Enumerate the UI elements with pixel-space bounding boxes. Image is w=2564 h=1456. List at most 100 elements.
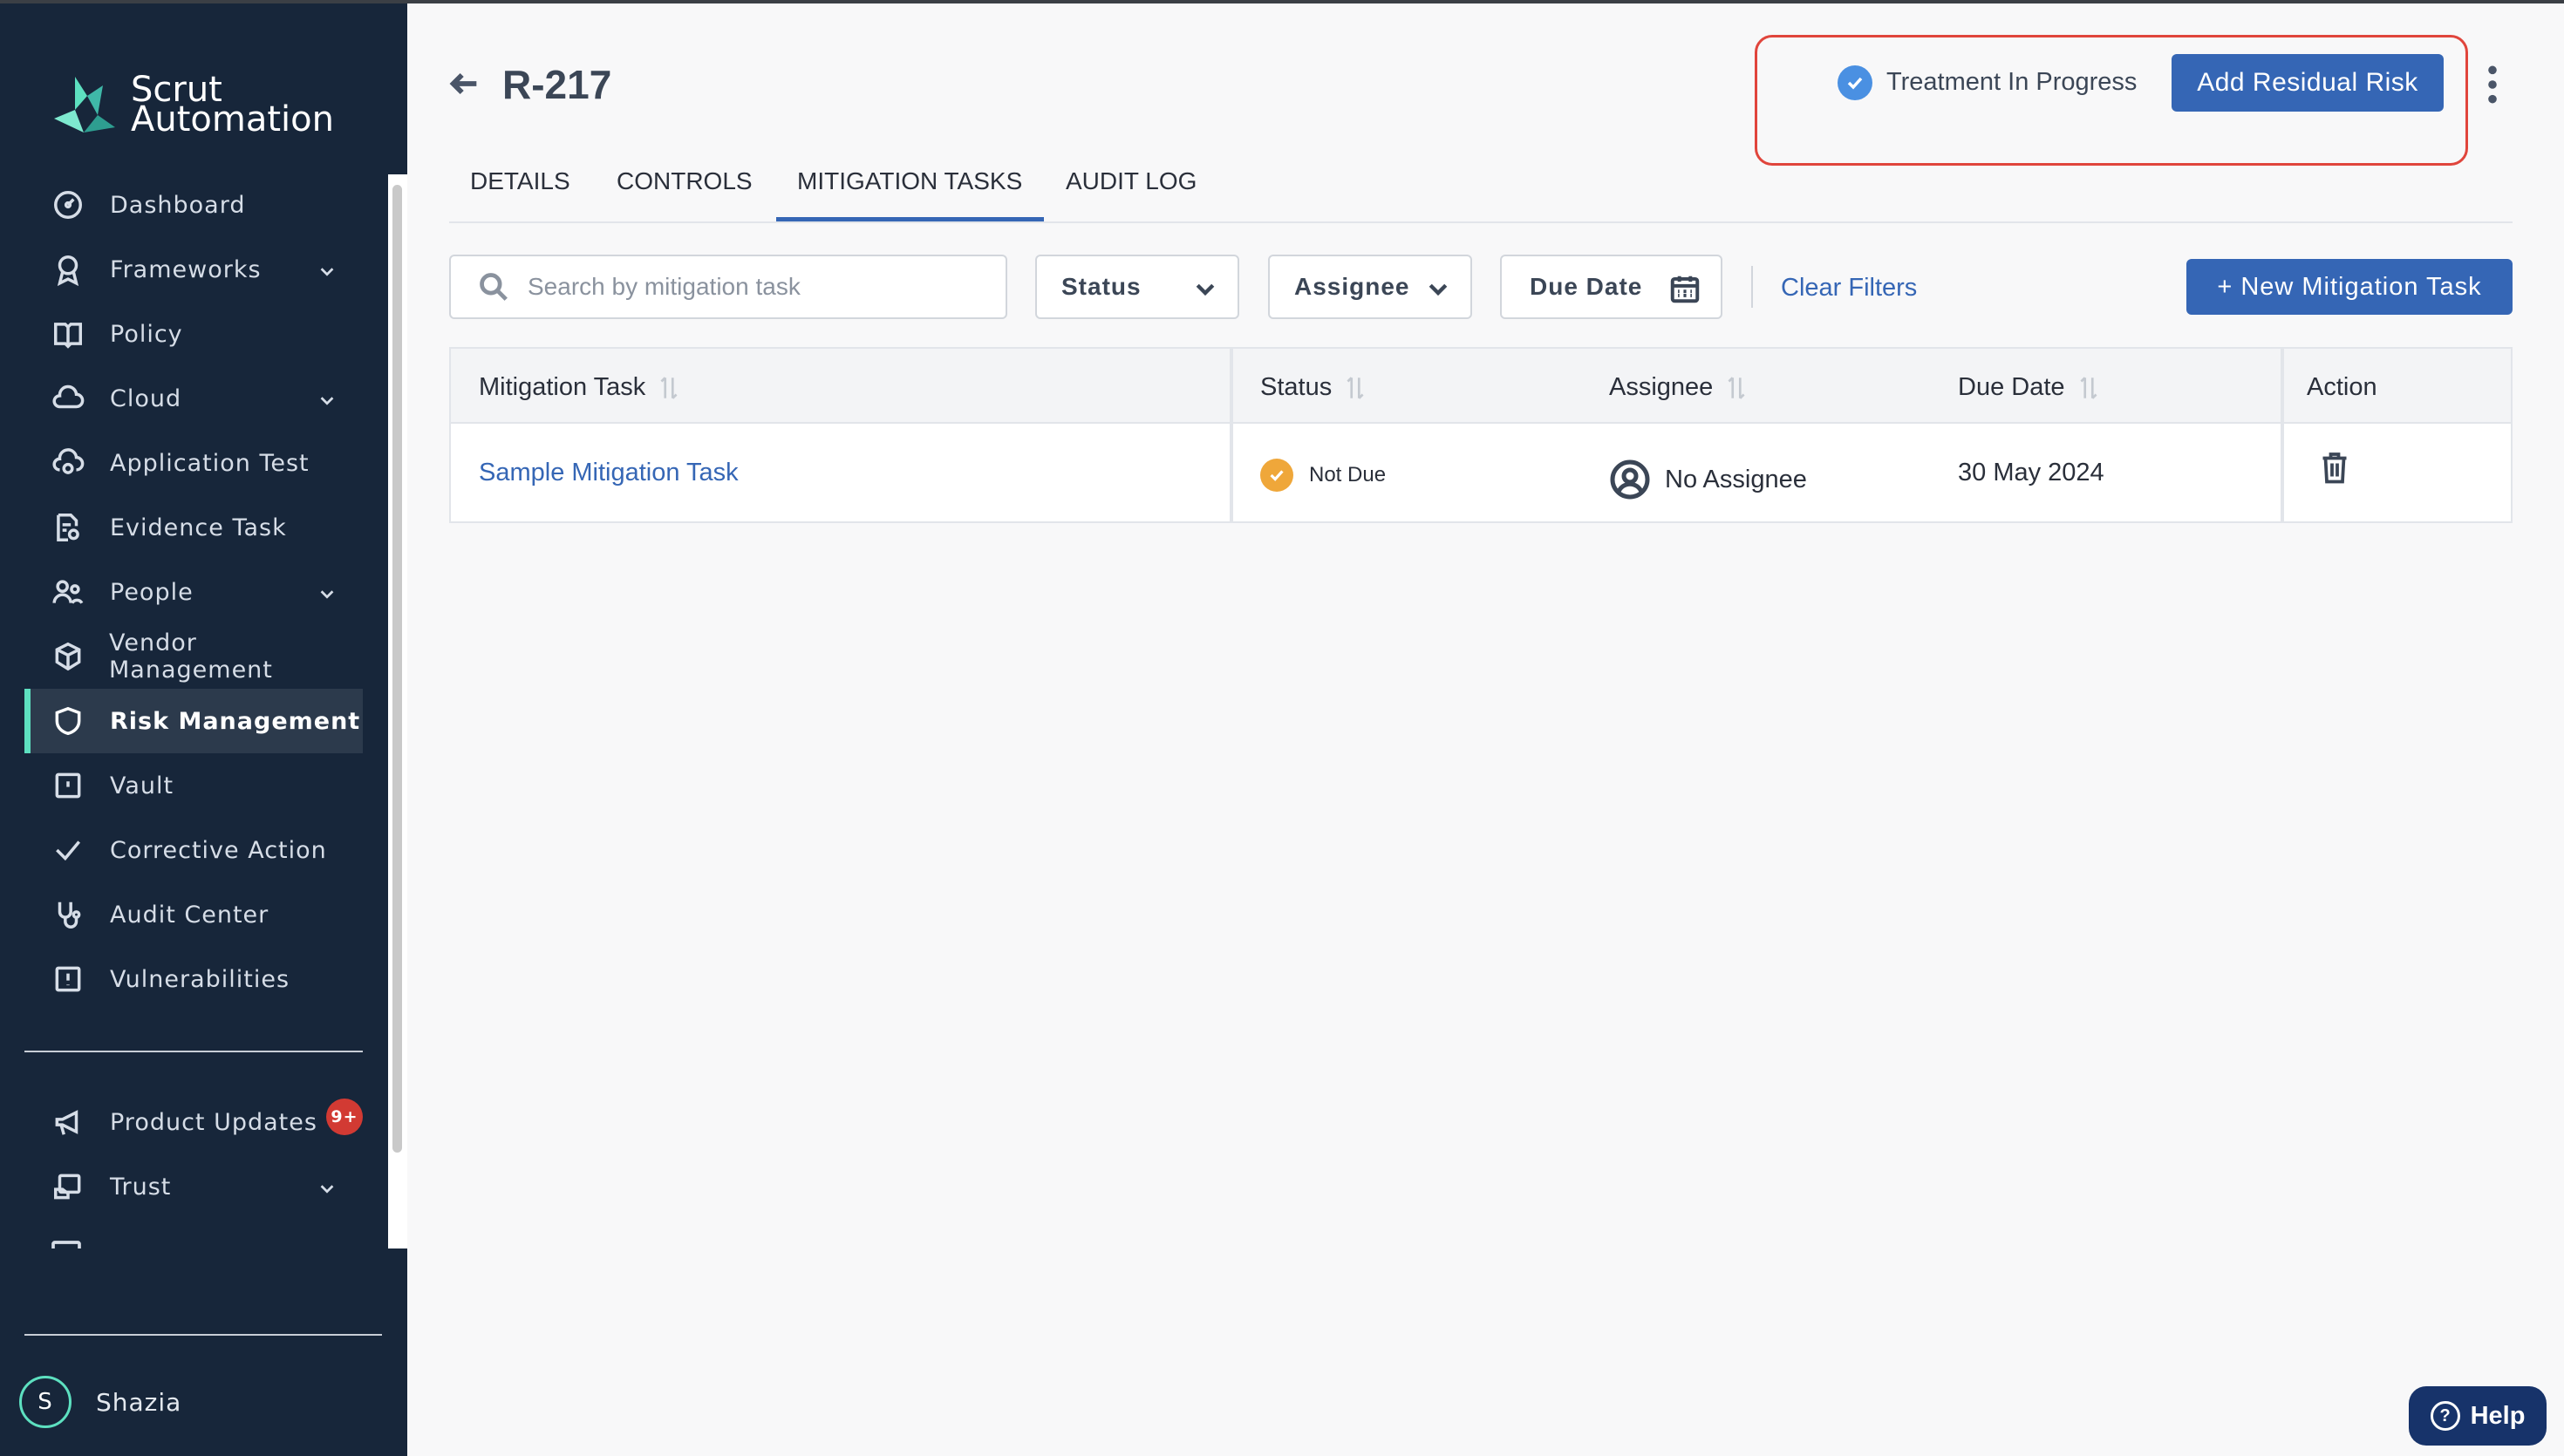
more-options-icon[interactable] (2477, 63, 2508, 106)
sidebar-item-dashboard[interactable]: Dashboard (24, 173, 363, 237)
clear-filters-link[interactable]: Clear Filters (1781, 274, 1917, 303)
status-filter-label: Status (1061, 273, 1142, 300)
active-tab-indicator (776, 217, 1044, 221)
evidence-document-icon (51, 510, 85, 545)
sidebar-item-vulnerabilities[interactable]: Vulnerabilities (24, 947, 363, 1011)
user-profile[interactable]: S Shazia (19, 1376, 181, 1428)
column-header-label: Assignee (1609, 373, 1714, 401)
column-header-status[interactable]: Status (1260, 373, 1367, 402)
check-circle-icon (1260, 459, 1293, 492)
notification-badge: 9+ (326, 1099, 363, 1135)
tab-details[interactable]: DETAILS (470, 167, 570, 195)
due-date-filter-label: Due Date (1530, 273, 1643, 300)
sidebar-nav: Dashboard Frameworks Policy Cloud Applic… (24, 173, 363, 1011)
user-avatar-icon (1609, 459, 1651, 500)
back-arrow-icon[interactable] (447, 66, 482, 101)
due-date-filter[interactable]: Due Date (1500, 255, 1722, 319)
sidebar-divider (24, 1051, 363, 1052)
sidebar-item-trust[interactable]: Trust (24, 1154, 363, 1219)
column-header-assignee[interactable]: Assignee (1609, 373, 1748, 402)
sidebar-divider (24, 1334, 382, 1336)
tab-audit-log[interactable]: AUDIT LOG (1066, 167, 1197, 195)
column-divider (1230, 349, 1233, 521)
sidebar-item-corrective-action[interactable]: Corrective Action (24, 818, 363, 882)
sidebar: Scrut Automation Dashboard Frameworks Po… (0, 0, 407, 1456)
column-header-mitigation-task[interactable]: Mitigation Task (479, 373, 680, 402)
chevron-down-icon[interactable] (317, 260, 337, 279)
status-badge: Not Due (1260, 459, 1386, 492)
sidebar-item-label: Policy (110, 320, 183, 348)
mitigation-task-link[interactable]: Sample Mitigation Task (479, 459, 739, 487)
chevron-down-icon[interactable] (317, 389, 337, 408)
sidebar-item-people[interactable]: People (24, 560, 363, 624)
sidebar-item-cut-off (49, 1238, 153, 1248)
search-input[interactable] (528, 273, 981, 301)
sort-icon[interactable] (1725, 375, 1748, 401)
chevron-down-icon (1425, 276, 1451, 302)
sidebar-scrollbar[interactable] (388, 174, 407, 1248)
column-header-due-date[interactable]: Due Date (1958, 373, 2100, 402)
filter-separator (1751, 266, 1753, 308)
sort-icon[interactable] (658, 375, 680, 401)
search-box[interactable] (449, 255, 1007, 319)
scrollbar-thumb[interactable] (392, 185, 402, 1153)
help-button[interactable]: ? Help (2409, 1386, 2547, 1446)
new-mitigation-task-button[interactable]: + New Mitigation Task (2186, 259, 2513, 315)
megaphone-icon (51, 1105, 85, 1140)
sidebar-item-evidence-task[interactable]: Evidence Task (24, 495, 363, 560)
sidebar-item-label: Frameworks (110, 255, 262, 283)
sidebar-item-label: Risk Management (110, 707, 361, 735)
sidebar-item-label: Cloud (110, 384, 182, 412)
question-icon: ? (2430, 1401, 2460, 1431)
assignee-cell[interactable]: No Assignee (1609, 459, 1807, 500)
brand-logo[interactable]: Scrut Automation (49, 70, 334, 139)
column-divider (2281, 349, 2284, 521)
tab-mitigation-tasks[interactable]: MITIGATION TASKS (797, 167, 1022, 195)
shield-icon (51, 704, 85, 738)
page-title: R-217 (502, 62, 612, 107)
stethoscope-icon (51, 897, 85, 932)
sidebar-secondary-nav: Product Updates 9+ Trust (24, 1090, 363, 1219)
brand-line-2: Automation (131, 99, 334, 139)
check-circle-icon (1838, 65, 1872, 100)
column-header-label: Mitigation Task (479, 373, 646, 401)
chevron-down-icon[interactable] (317, 582, 337, 602)
assignee-filter-label: Assignee (1294, 273, 1410, 300)
sidebar-item-label: Corrective Action (110, 836, 327, 864)
frameworks-ribbon-icon (51, 252, 85, 287)
status-filter-dropdown[interactable]: Status (1035, 255, 1239, 319)
sidebar-item-label: Vault (110, 772, 174, 799)
sidebar-item-application-test[interactable]: Application Test (24, 431, 363, 495)
assignee-filter-dropdown[interactable]: Assignee (1268, 255, 1472, 319)
sort-icon[interactable] (2077, 375, 2100, 401)
tab-controls[interactable]: CONTROLS (617, 167, 753, 195)
trust-icon (51, 1169, 85, 1204)
status-label: Not Due (1309, 463, 1387, 486)
avatar: S (19, 1376, 72, 1428)
window-top-border (0, 0, 2564, 3)
search-icon (480, 273, 508, 301)
scrut-logo-icon (54, 77, 115, 133)
sidebar-item-label: Application Test (110, 449, 310, 477)
dashboard-gauge-icon (51, 187, 85, 222)
sort-icon[interactable] (1344, 375, 1367, 401)
checkmark-icon (51, 833, 85, 867)
sidebar-item-vendor-management[interactable]: Vendor Management (24, 624, 363, 689)
sidebar-item-label: Evidence Task (110, 514, 287, 541)
sidebar-item-vault[interactable]: Vault (24, 753, 363, 818)
treatment-status: Treatment In Progress (1886, 68, 2138, 96)
calendar-icon (1668, 272, 1701, 305)
vault-icon (51, 768, 85, 803)
sidebar-item-cloud[interactable]: Cloud (24, 366, 363, 431)
column-header-label: Status (1260, 373, 1333, 401)
trash-icon[interactable] (2319, 450, 2350, 485)
add-residual-risk-button[interactable]: Add Residual Risk (2172, 54, 2444, 112)
sidebar-item-audit-center[interactable]: Audit Center (24, 882, 363, 947)
chevron-down-icon[interactable] (317, 1177, 337, 1196)
sidebar-item-risk-management[interactable]: Risk Management (24, 689, 363, 753)
sidebar-item-frameworks[interactable]: Frameworks (24, 237, 363, 302)
sidebar-item-product-updates[interactable]: Product Updates 9+ (24, 1090, 363, 1154)
alert-square-icon (51, 962, 85, 997)
table-header: Mitigation Task Status Assignee Due Date… (451, 349, 2511, 424)
sidebar-item-policy[interactable]: Policy (24, 302, 363, 366)
